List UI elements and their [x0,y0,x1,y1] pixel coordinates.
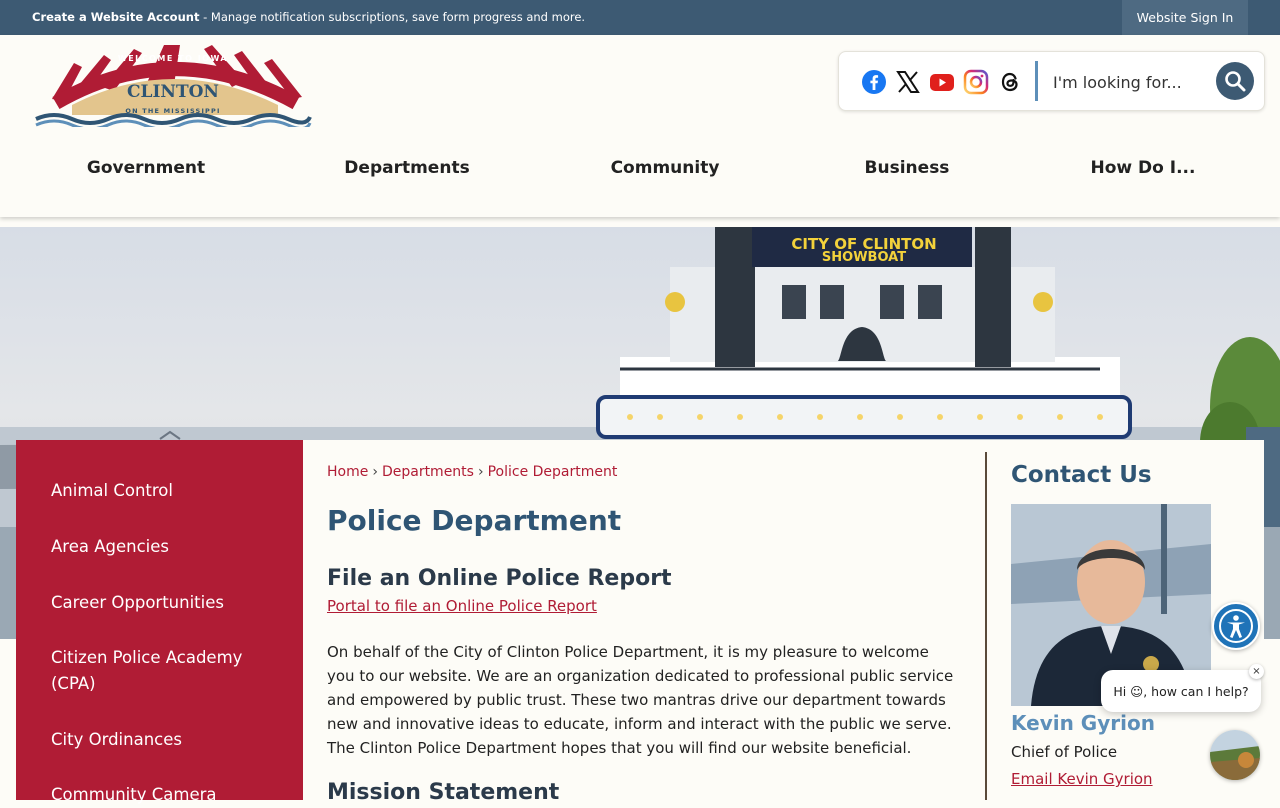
boat-sign-line2: SHOWBOAT [822,250,906,265]
breadcrumb-current[interactable]: Police Department [488,464,618,480]
report-heading: File an Online Police Report [327,566,672,591]
breadcrumb-departments[interactable]: Departments [382,464,474,480]
nav-item-how-do-i[interactable]: How Do I... [1091,158,1196,178]
search-button[interactable] [1216,62,1254,100]
create-account-description: - Manage notification subscriptions, sav… [199,10,586,24]
top-utility-bar: Create a Website Account - Manage notifi… [0,0,1280,35]
search-icon [1225,71,1246,92]
breadcrumb-home[interactable]: Home [327,464,368,480]
mission-heading: Mission Statement [327,780,560,805]
chat-avatar-button[interactable] [1210,730,1260,780]
sidebar-item-animal-control[interactable]: Animal Control [51,478,281,504]
sidebar-navigation: Animal Control Area Agencies Career Oppo… [16,440,303,804]
nav-item-government[interactable]: Government [87,158,205,178]
instagram-icon[interactable] [963,69,989,95]
x-icon[interactable] [895,69,921,95]
clinton-logo[interactable]: WELCOME TO IOWA CLINTON ON THE MISSISSIP… [34,41,312,127]
main-navigation: Government Departments Community Busines… [0,158,1280,184]
search-input[interactable] [1051,66,1205,98]
accessibility-button[interactable] [1212,602,1260,650]
breadcrumb-separator: › [477,464,484,480]
page-title: Police Department [327,504,622,537]
contact-role: Chief of Police [1011,743,1118,761]
threads-icon[interactable] [997,69,1023,95]
breadcrumb: Home › Departments › Police Department [327,464,617,480]
breadcrumb-separator: › [372,464,378,480]
website-sign-in-button[interactable]: Website Sign In [1122,0,1248,35]
chat-close-button[interactable]: × [1249,664,1264,679]
nav-item-departments[interactable]: Departments [344,158,469,178]
sidebar-item-community-camera[interactable]: Community Camera [51,782,281,808]
youtube-icon[interactable] [929,69,955,95]
site-header: WELCOME TO IOWA CLINTON ON THE MISSISSIP… [0,35,1280,217]
logo-bottom-text: ON THE MISSISSIPPI [125,107,220,115]
sidebar-item-career-opportunities[interactable]: Career Opportunities [51,590,281,616]
create-account-link[interactable]: Create a Website Account [32,10,199,24]
accessibility-icon [1219,609,1253,643]
search-divider [1035,61,1038,101]
sidebar-item-area-agencies[interactable]: Area Agencies [51,534,281,560]
logo-city-text: CLINTON [127,82,219,102]
chat-avatar-image [1210,730,1260,780]
contact-title: Contact Us [1011,462,1152,488]
facebook-icon[interactable] [861,69,887,95]
sidebar-item-city-ordinances[interactable]: City Ordinances [51,727,281,753]
main-content: Home › Departments › Police Department Polic… [303,440,985,805]
contact-name[interactable]: Kevin Gyrion [1011,711,1155,735]
online-report-link[interactable]: Portal to file an Online Police Report [327,597,597,615]
nav-item-community[interactable]: Community [611,158,720,178]
chat-greeting-bubble[interactable]: Hi ☺, how can I help? [1101,670,1261,712]
panel-divider [985,452,987,800]
sidebar-item-citizen-police-academy[interactable]: Citizen Police Academy (CPA) [51,645,251,697]
nav-item-business[interactable]: Business [865,158,950,178]
logo-top-text: WELCOME TO IOWA [118,54,228,63]
social-search-box [838,51,1265,111]
welcome-paragraph: On behalf of the City of Clinton Police … [327,643,954,757]
create-account-message: Create a Website Account - Manage notifi… [32,10,585,24]
contact-email-link[interactable]: Email Kevin Gyrion [1011,770,1153,788]
